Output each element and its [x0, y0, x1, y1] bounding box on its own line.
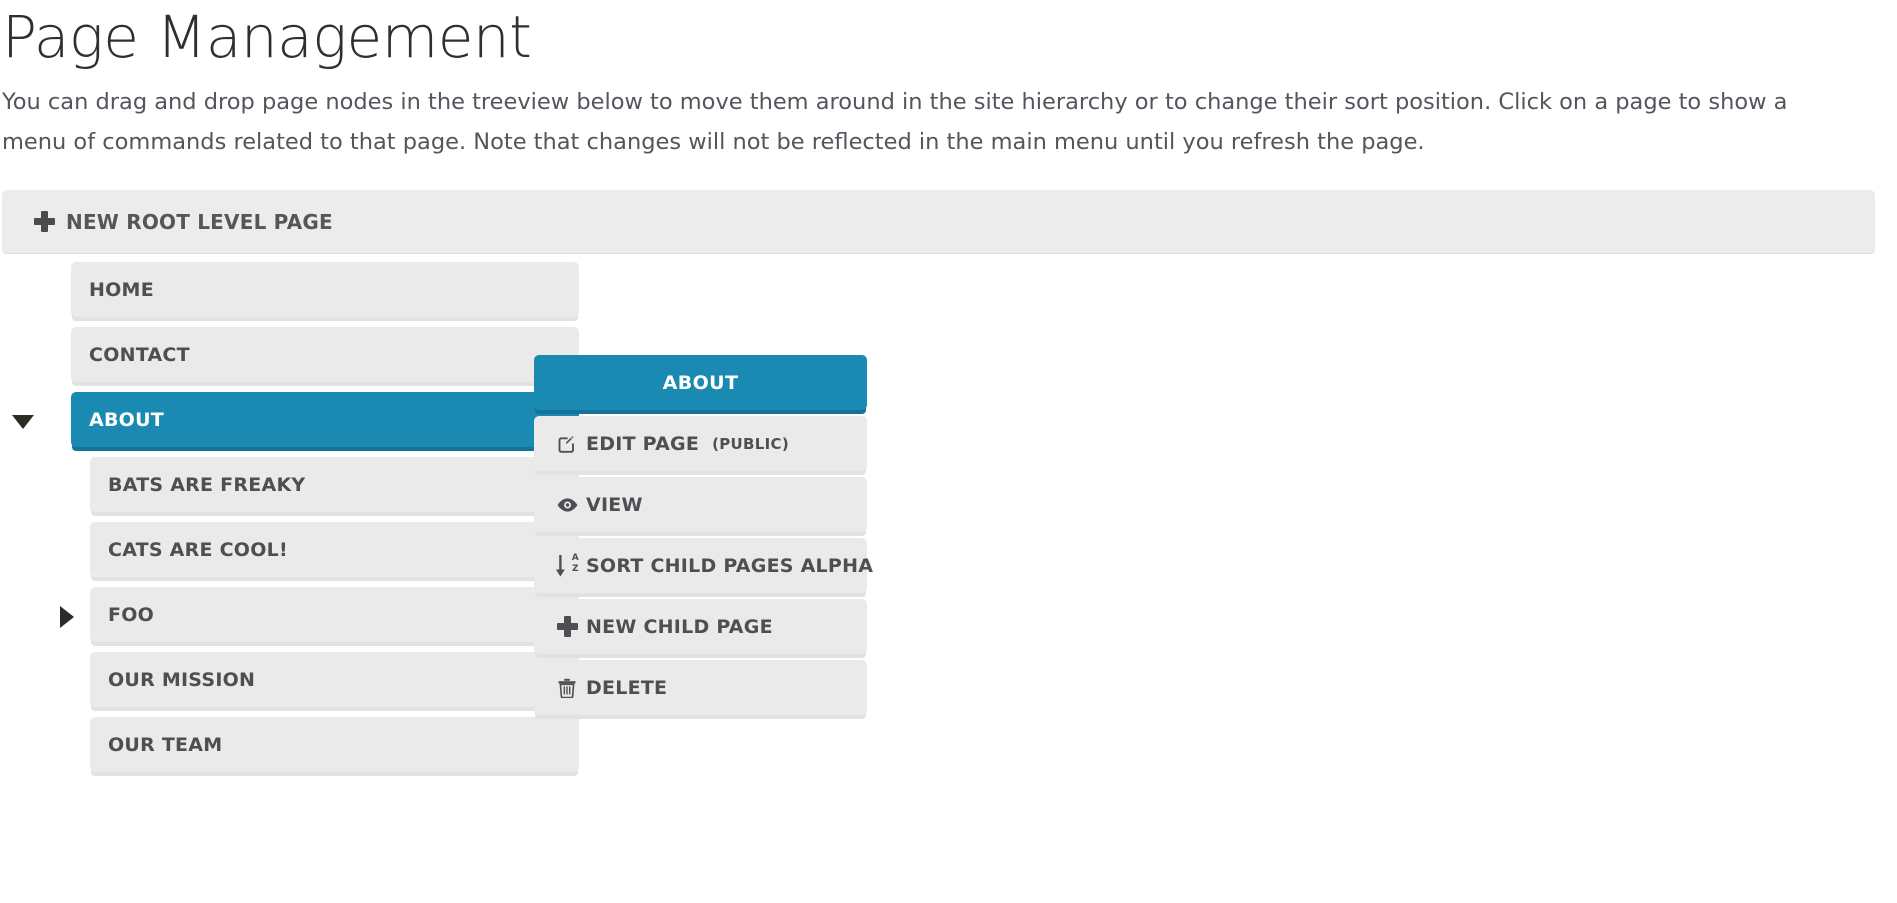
tree-row: HOME: [0, 262, 1897, 322]
new-root-level-page-label: NEW ROOT LEVEL PAGE: [66, 209, 333, 234]
page-treeview: HOME CONTACT ABOUT BATS ARE FREAKY CATS …: [0, 262, 1897, 777]
chevron-down-icon: [12, 415, 34, 429]
tree-node-label: HOME: [89, 278, 154, 301]
tree-toggle-placeholder: [44, 522, 90, 582]
tree-row: ABOUT: [0, 392, 1897, 452]
plus-icon: [556, 616, 578, 637]
tree-node-contact[interactable]: CONTACT: [71, 327, 579, 382]
context-menu-item-sublabel: (PUBLIC): [712, 434, 789, 453]
plus-icon: [34, 211, 55, 232]
tree-toggle-placeholder: [44, 717, 90, 777]
tree-row: CATS ARE COOL!: [44, 522, 1897, 582]
context-menu-item-label: DELETE: [586, 676, 668, 699]
tree-node-our-team[interactable]: OUR TEAM: [90, 717, 579, 772]
context-menu-item-view[interactable]: VIEW: [534, 477, 867, 532]
tree-node-label: OUR TEAM: [108, 733, 223, 756]
toolbar: NEW ROOT LEVEL PAGE: [2, 190, 1875, 253]
page-management-screen: Page Management You can drag and drop pa…: [0, 0, 1897, 777]
tree-node-cats-are-cool[interactable]: CATS ARE COOL!: [90, 522, 579, 577]
page-context-menu: ABOUT EDIT PAGE (PUBLIC) VIEW A Z SORT C…: [534, 355, 873, 715]
eye-icon: [556, 497, 578, 513]
tree-row: FOO: [44, 587, 1897, 647]
new-root-level-page-button[interactable]: NEW ROOT LEVEL PAGE: [34, 210, 333, 234]
tree-node-bats-are-freaky[interactable]: BATS ARE FREAKY: [90, 457, 579, 512]
context-menu-header[interactable]: ABOUT: [534, 355, 867, 410]
tree-node-home[interactable]: HOME: [71, 262, 579, 317]
tree-node-label: BATS ARE FREAKY: [108, 473, 306, 496]
tree-node-label: OUR MISSION: [108, 668, 256, 691]
tree-toggle-placeholder: [44, 457, 90, 517]
tree-node-label: CONTACT: [89, 343, 190, 366]
tree-row: CONTACT: [0, 327, 1897, 387]
tree-node-label: FOO: [108, 603, 155, 626]
context-menu-item-edit-page[interactable]: EDIT PAGE (PUBLIC): [534, 416, 867, 471]
tree-toggle-about-expand[interactable]: [0, 392, 46, 452]
trash-icon: [556, 678, 578, 698]
tree-toggle-foo-expand[interactable]: [44, 587, 90, 647]
tree-node-about[interactable]: ABOUT: [71, 392, 579, 447]
tree-toggle-placeholder: [0, 262, 46, 322]
context-menu-item-label: SORT CHILD PAGES ALPHA: [586, 554, 874, 577]
context-menu-title: ABOUT: [662, 371, 739, 394]
sort-alpha-down-icon: AZ: [555, 552, 579, 578]
edit-pencil-square-icon: [556, 434, 578, 454]
context-menu-item-label: VIEW: [586, 493, 643, 516]
context-menu-item-delete[interactable]: DELETE: [534, 660, 867, 715]
context-menu-item-sort-child-pages-alpha[interactable]: AZ SORT CHILD PAGES ALPHA: [534, 538, 873, 593]
tree-node-label: ABOUT: [89, 408, 164, 431]
page-title: Page Management: [2, 3, 532, 71]
tree-node-our-mission[interactable]: OUR MISSION: [90, 652, 579, 707]
tree-toggle-placeholder: [0, 327, 46, 387]
tree-row: OUR MISSION: [44, 652, 1897, 712]
tree-node-label: CATS ARE COOL!: [108, 538, 288, 561]
context-menu-item-new-child-page[interactable]: NEW CHILD PAGE: [534, 599, 867, 654]
tree-toggle-placeholder: [44, 652, 90, 712]
chevron-right-icon: [60, 606, 74, 628]
page-description: You can drag and drop page nodes in the …: [2, 89, 1788, 155]
tree-row: BATS ARE FREAKY: [44, 457, 1897, 517]
tree-node-foo[interactable]: FOO: [90, 587, 579, 642]
tree-row: OUR TEAM: [44, 717, 1897, 777]
context-menu-item-label: NEW CHILD PAGE: [586, 615, 773, 638]
context-menu-item-label: EDIT PAGE: [586, 432, 700, 455]
tree-children-about: BATS ARE FREAKY CATS ARE COOL! FOO OUR M…: [44, 457, 1897, 777]
sort-alpha-letters: AZ: [571, 552, 579, 574]
